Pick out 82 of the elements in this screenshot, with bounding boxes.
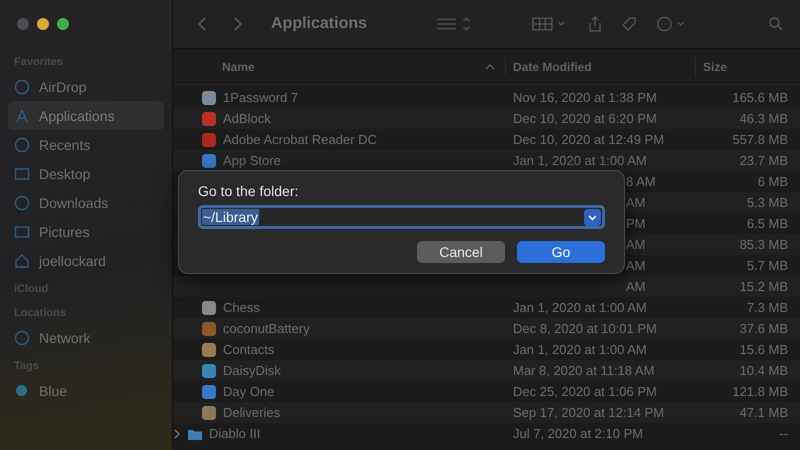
size-cell-text: 5.7 MB: [746, 258, 789, 273]
app-icon: [201, 362, 217, 378]
size-cell-text: 121.8 MB: [731, 384, 789, 399]
file-name[interactable]: AdBlock: [223, 111, 271, 126]
sidebar-item[interactable]: AirDrop: [8, 72, 164, 101]
app-icon: [201, 404, 217, 420]
date-cell: Dec 8, 2020 at 10:01 PM: [513, 321, 657, 336]
size-cell-text: 47.1 MB: [738, 405, 789, 420]
date-cell: Mar 8, 2020 at 11:18 AM: [513, 363, 654, 378]
dialog-label: Go to the folder:: [198, 183, 300, 199]
size-cell-text: 6 MB: [756, 174, 789, 189]
file-name[interactable]: Diablo III: [209, 426, 260, 441]
file-name[interactable]: Chess: [223, 300, 260, 315]
date-cell: Jan 1, 2020 at 1:00 AM: [513, 153, 647, 168]
app-icon: [201, 110, 217, 126]
go-button[interactable]: Go: [517, 241, 605, 263]
sidebar-item[interactable]: Recents: [8, 130, 164, 159]
dropdown-icon[interactable]: [584, 208, 601, 226]
size-cell-text: 15.6 MB: [738, 342, 789, 357]
size-cell-text: 85.3 MB: [738, 237, 789, 252]
file-name[interactable]: Day One: [223, 384, 274, 399]
minimize-button[interactable]: [37, 18, 49, 30]
file-name[interactable]: coconutBattery: [223, 321, 310, 336]
date-cell: Sep 17, 2020 at 12:14 PM: [513, 405, 664, 420]
sidebar-item[interactable]: joellockard: [8, 246, 164, 275]
size-cell-text: 6.5 MB: [746, 216, 789, 231]
date-cell: Dec 10, 2020 at 6:20 PM: [513, 111, 657, 126]
file-name[interactable]: App Store: [223, 153, 281, 168]
date-cell: AM: [626, 279, 646, 294]
size-cell-text: --: [778, 426, 789, 441]
app-icon: [201, 342, 217, 358]
sidebar-item[interactable]: Network: [8, 323, 164, 352]
date-cell: Dec 10, 2020 at 12:49 PM: [513, 132, 664, 147]
file-name[interactable]: Adobe Acrobat Reader DC: [223, 132, 377, 147]
sidebar-item[interactable]: Desktop: [8, 159, 164, 188]
date-cell: Jan 1, 2020 at 1:00 AM: [513, 342, 647, 357]
size-cell-text: 46.3 MB: [738, 111, 789, 126]
file-name[interactable]: Deliveries: [223, 405, 280, 420]
column-header[interactable]: Size: [695, 57, 800, 77]
file-name[interactable]: DaisyDisk: [223, 363, 281, 378]
size-cell-text: 557.8 MB: [731, 132, 789, 147]
date-cell: Dec 25, 2020 at 1:06 PM: [513, 384, 657, 399]
date-cell: AM: [626, 195, 646, 210]
app-icon: [201, 132, 217, 148]
app-icon: [201, 320, 217, 336]
date-cell: Jan 1, 2020 at 1:00 AM: [513, 300, 647, 315]
size-cell-text: 165.6 MB: [731, 90, 789, 105]
sidebar-item[interactable]: Downloads: [8, 188, 164, 217]
app-icon: [201, 384, 217, 400]
date-cell: Nov 16, 2020 at 1:38 PM: [513, 90, 657, 105]
size-cell-text: 10.4 MB: [738, 363, 789, 378]
search-icon[interactable]: [768, 16, 784, 32]
column-header[interactable]: Date Modified: [505, 57, 695, 77]
cancel-button[interactable]: Cancel: [417, 241, 505, 263]
date-cell: Jul 7, 2020 at 2:10 PM: [513, 426, 644, 441]
close-button[interactable]: [17, 18, 29, 30]
folder-path-field[interactable]: ~/Library: [198, 205, 605, 229]
size-cell-text: 37.6 MB: [738, 321, 789, 336]
file-name[interactable]: 1Password 7: [223, 90, 298, 105]
sidebar-item[interactable]: Pictures: [8, 217, 164, 246]
sidebar-item[interactable]: Applications: [8, 101, 164, 130]
disclosure-chevron-icon[interactable]: [173, 428, 181, 438]
date-cell: PM: [626, 216, 646, 231]
size-cell-text: 23.7 MB: [738, 153, 789, 168]
column-header[interactable]: Name: [173, 57, 505, 77]
sidebar-item[interactable]: Blue: [8, 376, 164, 405]
size-cell-text: 15.2 MB: [738, 279, 789, 294]
size-cell-text: 5.3 MB: [746, 195, 789, 210]
house-icon: [14, 252, 30, 268]
file-name[interactable]: Contacts: [223, 342, 274, 357]
share-icon[interactable]: [587, 16, 604, 32]
app-icon: [201, 90, 217, 106]
size-cell-text: 7.3 MB: [746, 300, 789, 315]
window-title: Applications: [271, 15, 368, 33]
date-cell: AM: [626, 237, 646, 252]
date-cell: AM: [626, 258, 646, 273]
tag-icon[interactable]: [621, 16, 638, 32]
zoom-button[interactable]: [57, 18, 69, 30]
app-icon: [201, 152, 217, 168]
date-cell: 8 AM: [626, 174, 656, 189]
app-store-icon: [14, 108, 30, 124]
app-icon: [201, 300, 217, 316]
